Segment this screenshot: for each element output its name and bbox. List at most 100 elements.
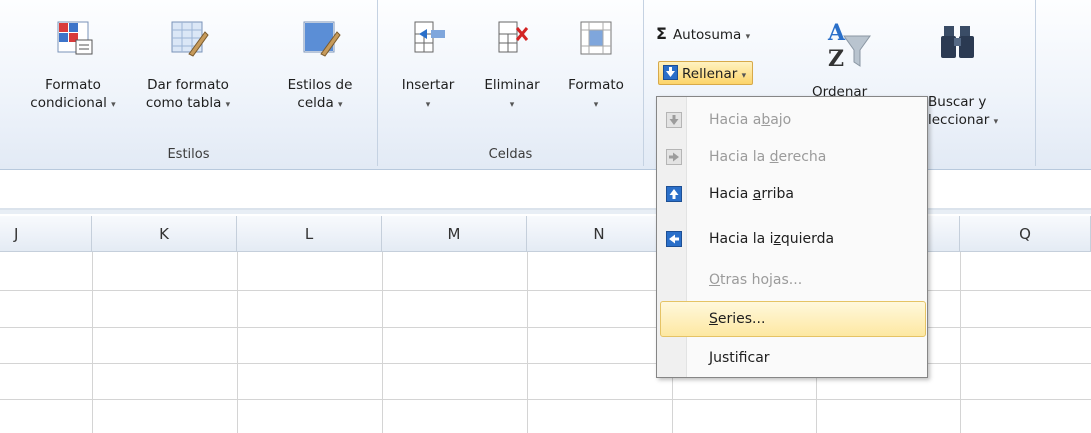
cell-styles-button[interactable]: Estilos de celda ▾ (270, 18, 370, 114)
fill-dropdown-menu: Hacia abajo Hacia la derecha Hacia arrib… (656, 96, 928, 378)
fill-button[interactable]: Rellenar ▾ (658, 61, 754, 85)
format-table-label-2: como tabla ▾ (128, 94, 248, 114)
menu-item-fill-left[interactable]: Hacia la izquierda (660, 224, 924, 254)
delete-label: Eliminar (484, 77, 540, 93)
svg-text:Z: Z (828, 46, 844, 72)
chevron-down-icon: ▾ (745, 32, 751, 42)
label-part: eries... (717, 311, 766, 327)
label-part: Hacia la i (709, 231, 774, 247)
chevron-down-icon: ▾ (225, 100, 231, 110)
delete-arrow: ▾ (472, 94, 552, 114)
group-estilos: Formato condicional ▾ Dar formato como t… (0, 0, 378, 166)
insert-cells-icon (414, 21, 445, 53)
group-celdas: Insertar ▾ Eliminar ▾ Formato ▾ Celdas (378, 0, 644, 166)
column-header-m[interactable]: M (382, 216, 527, 252)
delete-button[interactable]: Eliminar ▾ (472, 18, 552, 114)
chevron-down-icon: ▾ (741, 71, 747, 81)
binoculars-icon[interactable] (938, 22, 978, 62)
chevron-down-icon: ▾ (593, 100, 599, 110)
menu-item-label: Hacia la izquierda (709, 224, 834, 254)
fill-left-icon (666, 231, 682, 247)
svg-text:A: A (827, 20, 846, 46)
grid-line (92, 252, 93, 433)
access-key: d (769, 149, 779, 165)
fill-right-icon (666, 149, 682, 165)
cell-styles-label-1: Estilos de (287, 77, 353, 93)
column-j-label: J (14, 225, 19, 243)
fill-up-icon (666, 186, 682, 202)
column-header-k[interactable]: K (92, 216, 237, 252)
fill-down-icon (666, 112, 682, 128)
menu-item-fill-down[interactable]: Hacia abajo (660, 105, 924, 135)
label-part: Hacia a (709, 112, 762, 128)
group-label-celdas: Celdas (488, 147, 533, 162)
label-part: ajo (770, 112, 792, 128)
format-table-icon (171, 21, 209, 57)
menu-item-label: Hacia arriba (709, 179, 794, 209)
access-key: S (709, 311, 718, 327)
access-key: z (773, 231, 781, 247)
format-button[interactable]: Formato ▾ (556, 18, 636, 114)
menu-item-series[interactable]: Series... (660, 301, 926, 337)
column-header-q[interactable]: Q (960, 216, 1091, 252)
grid-line (237, 252, 238, 433)
fill-label: Rellenar (682, 66, 738, 82)
find-select-label-2: leccionar ▾ (928, 108, 998, 132)
autosum-button[interactable]: Σ Autosuma ▾ (656, 22, 750, 46)
format-label: Formato (568, 77, 624, 93)
autosum-label: Autosuma (672, 27, 742, 43)
menu-item-label: Series... (709, 302, 765, 336)
column-n-label: N (593, 225, 605, 243)
column-header-j[interactable]: J (0, 216, 92, 252)
menu-item-label: Otras hojas... (709, 265, 802, 295)
menu-item-fill-right[interactable]: Hacia la derecha (660, 142, 924, 172)
label-part: tras hojas... (720, 272, 803, 288)
chevron-down-icon: ▾ (993, 117, 999, 127)
delete-cells-icon (498, 21, 529, 53)
label-part: rriba (761, 186, 794, 202)
format-table-label-1: Dar formato (147, 77, 229, 93)
label-part: quierda (780, 231, 835, 247)
menu-item-fill-up[interactable]: Hacia arriba (660, 179, 924, 209)
conditional-format-icon (57, 21, 93, 55)
label-part: erecha (778, 149, 827, 165)
sort-filter-icon[interactable]: A Z (826, 18, 872, 76)
conditional-format-label-2-text: condicional (30, 95, 107, 111)
label-part: ustificar (713, 350, 770, 366)
cell-styles-label-2: celda ▾ (270, 94, 370, 114)
grid-line (960, 252, 961, 433)
column-q-label: Q (1019, 225, 1031, 243)
cell-styles-label-2-text: celda (297, 95, 334, 111)
sigma-icon: Σ (656, 24, 667, 43)
grid-line (0, 399, 1091, 400)
conditional-format-button[interactable]: Formato condicional ▾ (18, 18, 128, 114)
grid-line (382, 252, 383, 433)
format-cells-icon (580, 21, 612, 55)
chevron-down-icon: ▾ (509, 100, 515, 110)
column-l-label: L (304, 225, 314, 243)
chevron-down-icon: ▾ (111, 100, 116, 110)
insert-button[interactable]: Insertar ▾ (388, 18, 468, 114)
menu-item-label: Justificar (709, 343, 770, 373)
fill-down-icon (663, 65, 678, 80)
access-key: O (709, 272, 721, 288)
conditional-format-label-1: Formato (45, 77, 101, 93)
label-part: Hacia la (709, 149, 770, 165)
access-key: b (761, 112, 771, 128)
chevron-down-icon: ▾ (425, 100, 431, 110)
menu-item-justify[interactable]: Justificar (660, 343, 924, 373)
column-m-label: M (447, 225, 461, 243)
group-label-estilos: Estilos (167, 147, 210, 162)
menu-item-other-sheets[interactable]: Otras hojas... (660, 265, 924, 295)
column-header-n[interactable]: N (527, 216, 672, 252)
insert-arrow: ▾ (388, 94, 468, 114)
column-header-l[interactable]: L (237, 216, 382, 252)
format-arrow: ▾ (556, 94, 636, 114)
format-as-table-button[interactable]: Dar formato como tabla ▾ (128, 18, 248, 114)
column-k-label: K (159, 225, 169, 243)
cell-styles-icon (303, 21, 341, 57)
label-part: Hacia (709, 186, 753, 202)
chevron-down-icon: ▾ (338, 100, 343, 110)
insert-label: Insertar (401, 77, 455, 93)
menu-item-label: Hacia abajo (709, 105, 791, 135)
